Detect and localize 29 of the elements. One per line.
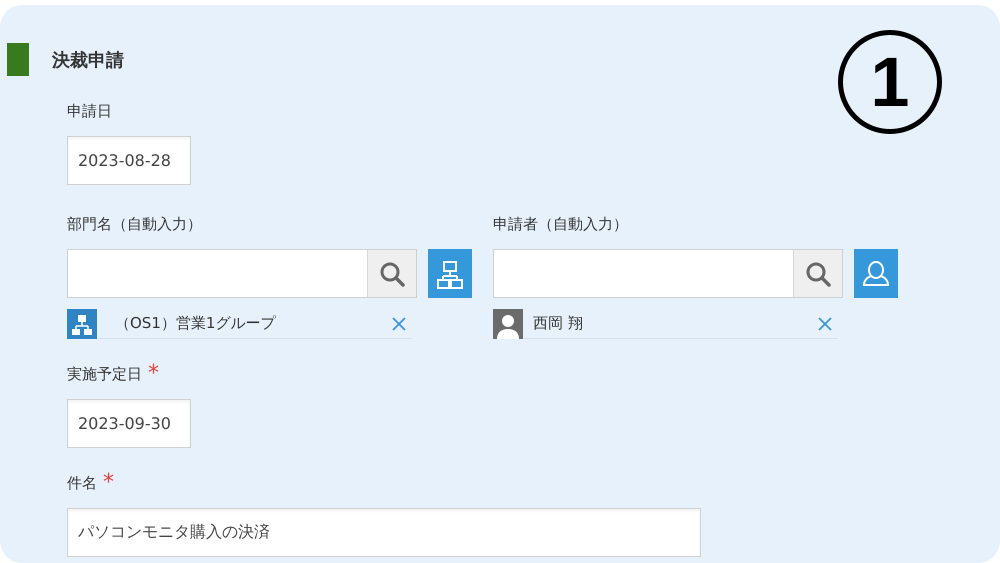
required-mark: * (148, 363, 159, 385)
field-label: 申請日 (67, 102, 112, 120)
selected-name: （OS1）営業1グループ (115, 314, 277, 333)
section-marker (7, 43, 29, 76)
search-button[interactable] (367, 250, 416, 297)
remove-button[interactable] (818, 316, 832, 330)
search-field[interactable] (67, 249, 417, 298)
close-icon (392, 316, 406, 330)
org-chart-icon (67, 308, 97, 338)
close-icon (818, 316, 832, 330)
date-field[interactable]: 2023-09-30 (67, 399, 191, 448)
subject-field[interactable]: パソコンモニタ購入の決済 (67, 508, 701, 557)
search-icon (379, 260, 405, 286)
field-label: 件名 (67, 474, 97, 492)
field-label: 申請者（自動入力） (493, 214, 628, 234)
search-field[interactable] (493, 249, 843, 298)
selected-name: 西岡 翔 (533, 314, 584, 333)
step-number: 1 (838, 30, 942, 134)
search-button[interactable] (793, 250, 842, 297)
date-field[interactable]: 2023-08-28 (67, 136, 191, 185)
remove-button[interactable] (392, 316, 406, 330)
search-icon (805, 260, 831, 286)
org-chart-button[interactable] (428, 249, 472, 298)
user-select-button[interactable] (854, 249, 898, 298)
person-icon (493, 308, 523, 338)
field-label: 部門名（自動入力） (67, 214, 202, 234)
section-title: 決裁申請 (52, 48, 124, 72)
required-mark: * (103, 472, 114, 494)
field-label: 実施予定日 (67, 364, 142, 384)
